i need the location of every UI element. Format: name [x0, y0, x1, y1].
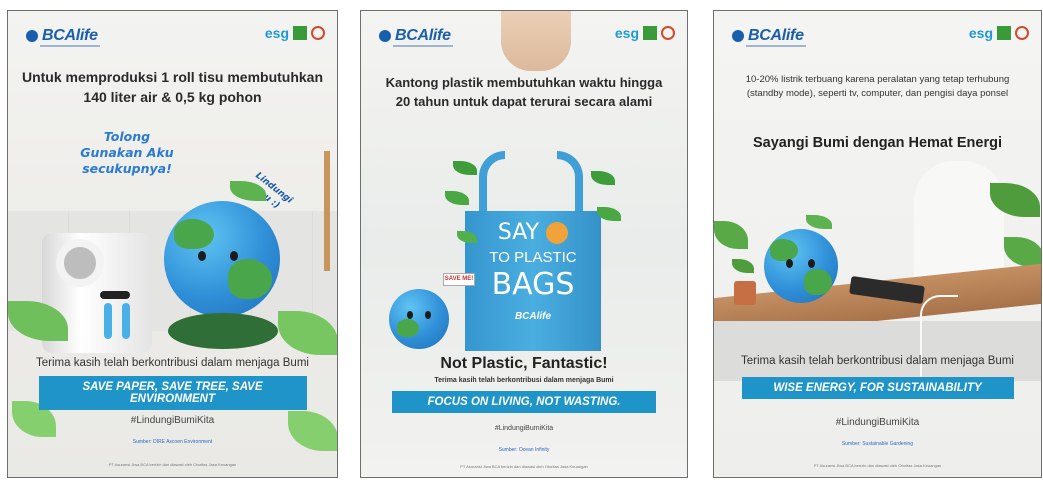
green-badge-icon — [293, 26, 307, 40]
leaf-icon — [806, 215, 832, 229]
esg-label: esg — [264, 25, 289, 41]
green-badge-icon — [997, 26, 1011, 40]
bag-brand: BCAlife — [514, 311, 552, 322]
tote-bag: SAY TO PLASTIC BAGS BCAlife — [465, 211, 601, 351]
earth-feet — [168, 313, 278, 349]
plant-leaf-icon — [714, 221, 748, 249]
bag-text-plastic: TO PLASTIC — [489, 249, 577, 266]
poster-title: Sayangi Bumi dengan Hemat Energi — [753, 135, 1002, 151]
bca-mark-icon — [379, 30, 391, 42]
cabinet — [714, 321, 1041, 381]
bca-mark-icon — [26, 30, 38, 42]
headline: 10-20% listrik terbuang karena peralatan… — [745, 74, 1010, 99]
ivy-leaf-icon — [445, 191, 469, 205]
footer-disclaimer: PT Asuransi Jiwa BCA berizin dan diawasi… — [813, 463, 942, 468]
thanks-text: Terima kasih telah berkontribusi dalam m… — [434, 377, 614, 384]
slogan-banner: SAVE PAPER, SAVE TREE, SAVE ENVIRONMENT — [38, 376, 307, 410]
headline: Untuk memproduksi 1 roll tisu membutuhka… — [21, 69, 324, 105]
speech-text-left: Tolong Gunakan Aku secukupnya! — [80, 129, 174, 176]
footer-disclaimer: PT Asuransi Jiwa BCA berizin dan diawasi… — [460, 464, 588, 469]
logo-tagline — [746, 45, 806, 47]
source-text: Sumber: Sustainable Gardening — [841, 441, 914, 447]
poster-title: Not Plastic, Fantastic! — [440, 355, 608, 372]
logo-tagline — [393, 45, 453, 47]
ivy-leaf-icon — [453, 161, 477, 175]
no-icon — [546, 222, 569, 244]
slogan-banner: FOCUS ON LIVING, NOT WASTING. — [392, 391, 656, 413]
hashtag: #LindungiBumiKita — [130, 415, 215, 426]
logo-text: BCAlife — [748, 27, 804, 44]
earth-character — [764, 229, 838, 303]
thanks-text: Terima kasih telah berkontribusi dalam m… — [36, 357, 309, 369]
esg-label: esg — [968, 25, 993, 41]
hashtag: #LindungiBumiKita — [494, 425, 554, 432]
bamboo-brush — [324, 151, 330, 271]
headline: Kantong plastik membutuhkan waktu hingga… — [385, 75, 663, 109]
ivy-leaf-icon — [591, 171, 615, 185]
ring-badge-icon — [661, 26, 675, 40]
bag-text-say: SAY — [497, 220, 540, 245]
source-text: Sumber: Ocean Infinity — [498, 447, 550, 453]
esg-label: esg — [614, 25, 639, 41]
bcalife-logo: BCAlife — [732, 27, 804, 45]
bcalife-logo: BCAlife — [379, 27, 451, 45]
plant-leaf-icon — [732, 259, 754, 273]
ring-badge-icon — [311, 26, 325, 40]
bag-text-bags: BAGS — [491, 267, 575, 302]
ring-badge-icon — [1015, 26, 1029, 40]
logo-text: BCAlife — [395, 27, 451, 44]
bca-mark-icon — [732, 30, 744, 42]
poster-header: BCAlife esg — [8, 11, 337, 67]
source-text: Sumber: DIRE Ascoen Environment — [132, 439, 213, 445]
poster-save-paper: BCAlife esg Untuk memproduksi 1 roll tis… — [7, 10, 338, 478]
logo-tagline — [40, 45, 100, 47]
esg-badges: esg — [969, 25, 1029, 41]
bcalife-logo: BCAlife — [26, 27, 98, 45]
esg-badges: esg — [615, 25, 675, 41]
earth-character — [164, 201, 280, 317]
poster-header: BCAlife esg — [714, 11, 1041, 67]
green-badge-icon — [643, 26, 657, 40]
hand-illustration — [501, 11, 571, 71]
esg-badges: esg — [265, 25, 325, 41]
thanks-text: Terima kasih telah berkontribusi dalam m… — [741, 355, 1014, 367]
footer-disclaimer: PT Asuransi Jiwa BCA berizin dan diawasi… — [108, 462, 237, 467]
poster-plastic-bags: BCAlife esg Kantong plastik membutuhkan … — [360, 10, 688, 478]
hashtag: #LindungiBumiKita — [835, 417, 920, 428]
earth-character — [389, 289, 449, 349]
save-me-sign: SAVE ME! — [443, 273, 475, 286]
plant-leaf-icon — [1004, 237, 1041, 267]
plant-pot — [734, 281, 756, 305]
slogan-banner: WISE ENERGY, FOR SUSTAINABILITY — [741, 377, 1014, 399]
logo-text: BCAlife — [42, 27, 98, 44]
poster-save-energy: BCAlife esg 10-20% listrik terbuang kare… — [713, 10, 1042, 478]
